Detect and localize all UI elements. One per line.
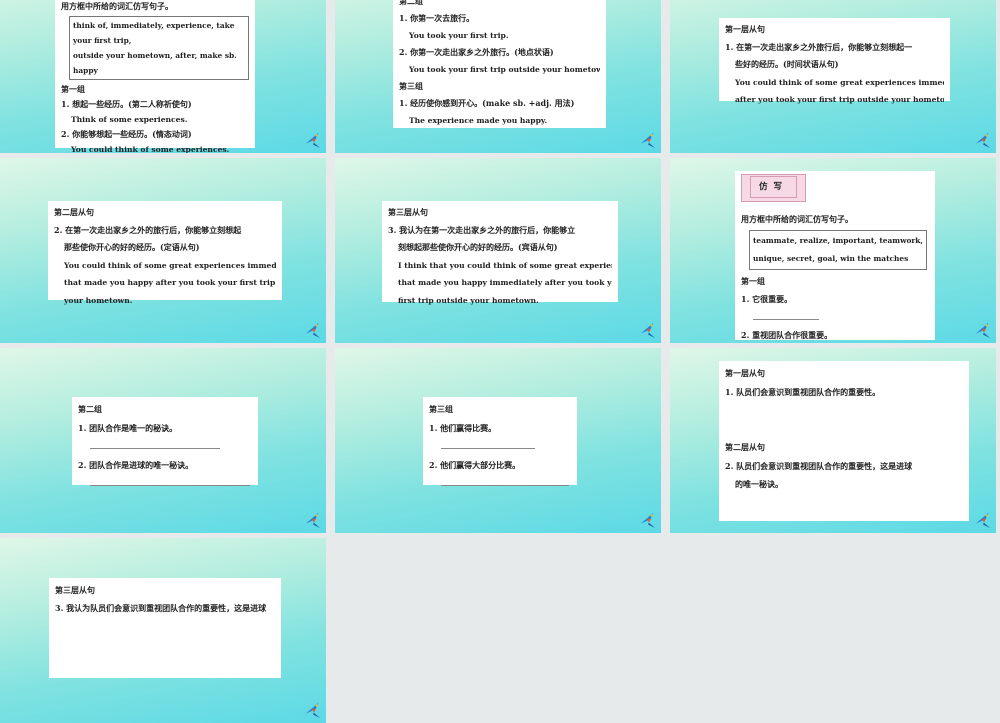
answer-sentence: You could think of some great experience… [64,260,276,270]
prompt-line: 1. 团队合作是唯一的秘诀。 [78,422,178,433]
vocabulary-line: unique, secret, goal, win the matches [753,254,909,263]
prompt-line: 些好的经历。(时间状语从句) [735,59,839,69]
answer-sentence: I think that you could think of some gre… [398,260,612,270]
prompt-line: 2. 在第一次走出家乡之外的旅行后，你能够立刻想起 [54,224,242,235]
section-tag-label: 仿写 [750,176,798,198]
slide-thumbnail-2[interactable]: 第二组 1. 你第一次去旅行。 You took your first trip. 2… [335,0,665,153]
prompt-line: 第二层从句 [725,442,765,452]
prompt-line: 1. 它很重要。 [741,294,793,304]
prompt-line: 第一组 [61,84,85,94]
prompt-line: 1. 他们赢得比赛。 [429,422,497,433]
answer-sentence: that made you happy immediately after yo… [398,278,612,287]
answer-sentence: You took your first trip. [409,31,509,40]
slide-content: 第二组 1. 你第一次去旅行。 You took your first trip. 2… [393,0,606,128]
prompt-line: 第三组 [429,404,453,414]
slide-content: 第三层从句 3. 我认为队员们会意识到重视团队合作的重要性，这是进球 [49,578,281,678]
answer-sentence: after you took your first trip outside y… [735,95,944,104]
prompt-line: 第一层从句 [725,24,765,34]
slide-content: 第三组 1. 他们赢得比赛。 2. 他们赢得大部分比赛。 [423,397,577,486]
prompt-line: 用方框中所给的词汇仿写句子。 [61,1,173,11]
prompt-line: 2. 团队合作是进球的唯一秘诀。 [78,459,194,470]
prompt-line: 刻想起那些使你开心的好的经历。(宾语从句) [398,242,558,252]
parrot-logo-icon [639,321,657,339]
prompt-line: 2. 他们赢得大部分比赛。 [429,459,521,470]
parrot-logo-icon [639,131,657,149]
slide-thumbnail-7[interactable]: 第二组 1. 团队合作是唯一的秘诀。 2. 团队合作是进球的唯一秘诀。 [0,348,330,533]
prompt-line: 2. 重视团队合作很重要。 [741,330,833,340]
slide-thumbnail-4[interactable]: 第二层从句 2. 在第一次走出家乡之外的旅行后，你能够立刻想起那些使你开心的好的经… [0,158,330,343]
prompt-line: 1. 队员们会意识到重视团队合作的重要性。 [725,386,881,397]
answer-sentence: The experience made you happy. [409,116,548,125]
prompt-line: 1. 你第一次去旅行。 [399,13,475,23]
slide-thumbnail-5[interactable]: 第三层从句 3. 我认为在第一次走出家乡之外的旅行后，你能够立刻想起那些使你开心的… [335,158,665,343]
prompt-line: 3. 我认为在第一次走出家乡之外的旅行后，你能够立 [388,224,576,235]
prompt-line: 第二组 [78,404,102,414]
prompt-line: 那些使你开心的好的经历。(定语从句) [64,242,200,252]
answer-sentence: Think of some experiences. [71,115,188,124]
vocabulary-box: think of, immediately, experience, take … [69,16,249,80]
prompt-line: 第二层从句 [54,207,94,217]
prompt-line: 第三层从句 [55,585,95,595]
answer-sentence: first trip outside your hometown. [398,295,539,305]
prompt-line: 2. 你第一次走出家乡之外旅行。(地点状语) [399,47,554,57]
prompt-line: 1. 经历使你感到开心。(make sb. +adj. 用法) [399,98,575,108]
answer-blank[interactable] [429,437,571,456]
vocabulary-line: outside your hometown, after, make sb. h… [73,51,237,75]
parrot-logo-icon [974,511,992,529]
answer-blank[interactable] [429,474,571,493]
prompt-line: 的唯一秘诀。 [735,479,783,489]
slide-thumbnail-8[interactable]: 第三组 1. 他们赢得比赛。 2. 他们赢得大部分比赛。 [335,348,665,533]
slide-content: 第二层从句 2. 在第一次走出家乡之外的旅行后，你能够立刻想起那些使你开心的好的经… [48,201,282,305]
vocabulary-box: teammate, realize, important, teamwork, u… [749,230,927,270]
slide-thumbnail-6[interactable]: 仿写用方框中所给的词汇仿写句子。 teammate, realize, impor… [670,158,1000,343]
slide-content: 用方框中所给的词汇仿写句子。 think of, immediately, exp… [55,0,255,153]
prompt-line: 1. 在第一次走出家乡之外旅行后，你能够立刻想起一 [725,41,913,52]
vocabulary-line: teammate, realize, important, teamwork, [753,236,923,245]
slide-thumbnail-9[interactable]: 第一层从句 1. 队员们会意识到重视团队合作的重要性。 第二层从句 2. 队员们会意… [670,348,1000,533]
slide-content: 第二组 1. 团队合作是唯一的秘诀。 2. 团队合作是进球的唯一秘诀。 [72,397,258,486]
parrot-logo-icon [974,321,992,339]
prompt-line: 3. 我认为队员们会意识到重视团队合作的重要性，这是进球 [55,603,267,613]
slide-content: 仿写用方框中所给的词汇仿写句子。 teammate, realize, impor… [735,171,935,340]
parrot-logo-icon [974,131,992,149]
parrot-logo-icon [304,701,322,719]
parrot-logo-icon [304,131,322,149]
section-tag: 仿写 [741,174,807,202]
prompt-line: 第一层从句 [725,368,765,378]
answer-sentence: You could think of some great experience… [735,77,944,87]
answer-blank[interactable] [78,437,252,456]
answer-sentence: your hometown. [64,295,133,305]
prompt-line: 第三层从句 [388,207,428,217]
answer-sentence: that made you happy after you took your … [64,278,276,287]
answer-sentence: You could think of some experiences. [71,145,230,153]
slide-thumbnail-1[interactable]: 用方框中所给的词汇仿写句子。 think of, immediately, exp… [0,0,330,153]
slide-content: 第一层从句 1. 在第一次走出家乡之外旅行后，你能够立刻想起一些好的经历。(时间状… [719,18,950,104]
parrot-logo-icon [304,511,322,529]
parrot-logo-icon [639,511,657,529]
slide-thumbnail-10[interactable]: 第三层从句 3. 我认为队员们会意识到重视团队合作的重要性，这是进球 [0,538,330,723]
answer-blank[interactable] [741,308,929,326]
prompt-line: 第二组 [399,0,423,6]
answer-blank[interactable] [78,474,252,493]
prompt-line: 第一组 [741,276,765,286]
prompt-line: 1. 想起一些经历。(第二人称祈使句) [61,99,192,109]
answer-sentence: You took your first trip outside your ho… [409,65,600,74]
prompt-line: 用方框中所给的词汇仿写句子。 [741,214,853,224]
prompt-line: 第三组 [399,81,423,91]
slide-content: 第一层从句 1. 队员们会意识到重视团队合作的重要性。 第二层从句 2. 队员们会意… [719,361,969,521]
slide-thumbnail-3[interactable]: 第一层从句 1. 在第一次走出家乡之外旅行后，你能够立刻想起一些好的经历。(时间状… [670,0,1000,153]
vocabulary-line: think of, immediately, experience, take … [73,21,235,45]
slide-content: 第三层从句 3. 我认为在第一次走出家乡之外的旅行后，你能够立刻想起那些使你开心的… [382,201,618,305]
parrot-logo-icon [304,321,322,339]
prompt-line: 2. 队员们会意识到重视团队合作的重要性，这是进球 [725,460,913,471]
prompt-line: 2. 你能够想起一些经历。(情态动词) [61,129,192,139]
